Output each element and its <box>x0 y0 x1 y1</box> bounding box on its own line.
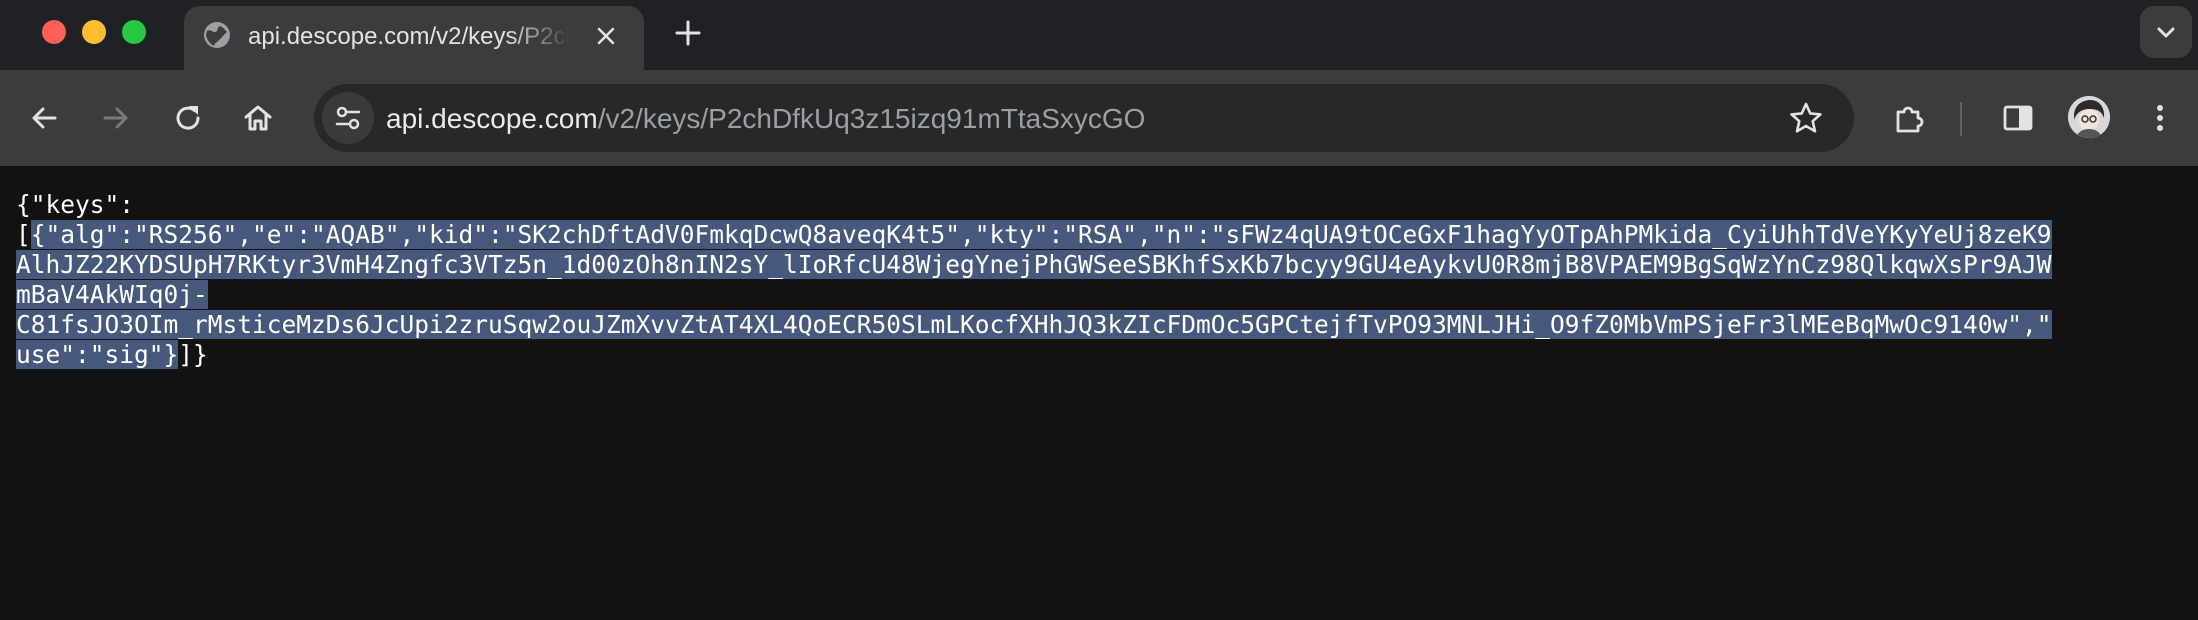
close-icon[interactable] <box>592 22 620 50</box>
json-text-selected: {"alg":"RS256","e":"AQAB","kid":"SK2chDf… <box>30 220 2052 249</box>
chevron-down-icon <box>2157 27 2175 38</box>
browser-toolbar: api.descope.com/v2/keys/P2chDfkUq3z15izq… <box>0 70 2198 166</box>
window-close-button[interactable] <box>42 20 66 44</box>
side-panel-icon[interactable] <box>2000 100 2036 136</box>
tab-strip: api.descope.com/v2/keys/P2chDfkUq3z15izq… <box>0 0 2198 70</box>
globe-icon <box>204 22 230 48</box>
reload-icon[interactable] <box>170 100 206 136</box>
json-text: ]} <box>178 340 208 369</box>
site-info-button[interactable] <box>322 92 374 144</box>
profile-picture <box>2068 96 2110 138</box>
json-line: C81fsJO3OIm_rMsticeMzDs6JcUpi2zruSqw2ouJ… <box>16 310 2186 340</box>
toolbar-divider <box>1960 102 1962 136</box>
json-text-selected: C81fsJO3OIm_rMsticeMzDs6JcUpi2zruSqw2ouJ… <box>16 310 2052 339</box>
json-line: AlhJZ22KYDSUpH7RKtyr3VmH4Zngfc3VTz5n_1d0… <box>16 250 2186 280</box>
json-line: mBaV4AkWIq0j- <box>16 280 2186 310</box>
json-line: {"keys": <box>16 190 135 219</box>
star-icon[interactable] <box>1788 100 1824 136</box>
json-line: use":"sig"}]} <box>16 340 2186 370</box>
url-host: api.descope.com <box>386 103 598 134</box>
json-text-selected: use":"sig"} <box>16 340 179 369</box>
json-text-selected: AlhJZ22KYDSUpH7RKtyr3VmH4Zngfc3VTz5n_1d0… <box>16 250 2052 279</box>
window-maximize-button[interactable] <box>122 20 146 44</box>
json-text: [ <box>16 220 31 249</box>
json-line: [{"alg":"RS256","e":"AQAB","kid":"SK2chD… <box>16 220 2186 250</box>
url-path: /v2/keys/P2chDfkUq3z15izq91mTtaSxycGO <box>597 103 1146 134</box>
avatar[interactable] <box>2068 96 2110 138</box>
tab-title: api.descope.com/v2/keys/P2chDfkUq3z15izq… <box>248 23 570 50</box>
url-text[interactable]: api.descope.com/v2/keys/P2chDfkUq3z15izq… <box>386 102 1145 136</box>
plus-icon[interactable] <box>670 15 706 51</box>
home-icon[interactable] <box>240 100 276 136</box>
puzzle-icon[interactable] <box>1890 100 1926 136</box>
address-bar[interactable]: api.descope.com/v2/keys/P2chDfkUq3z15izq… <box>314 84 1854 152</box>
tab-active[interactable]: api.descope.com/v2/keys/P2chDfkUq3z15izq… <box>184 6 644 70</box>
json-text-selected: mBaV4AkWIq0j- <box>16 280 208 309</box>
arrow-right-icon[interactable] <box>98 100 134 136</box>
kebab-menu-icon[interactable] <box>2142 100 2178 136</box>
tune-icon <box>335 106 361 130</box>
arrow-left-icon[interactable] <box>26 100 62 136</box>
json-response[interactable]: {"keys": [{"alg":"RS256","e":"AQAB","kid"… <box>16 190 2186 370</box>
window-minimize-button[interactable] <box>82 20 106 44</box>
tab-search-button[interactable] <box>2140 6 2192 58</box>
